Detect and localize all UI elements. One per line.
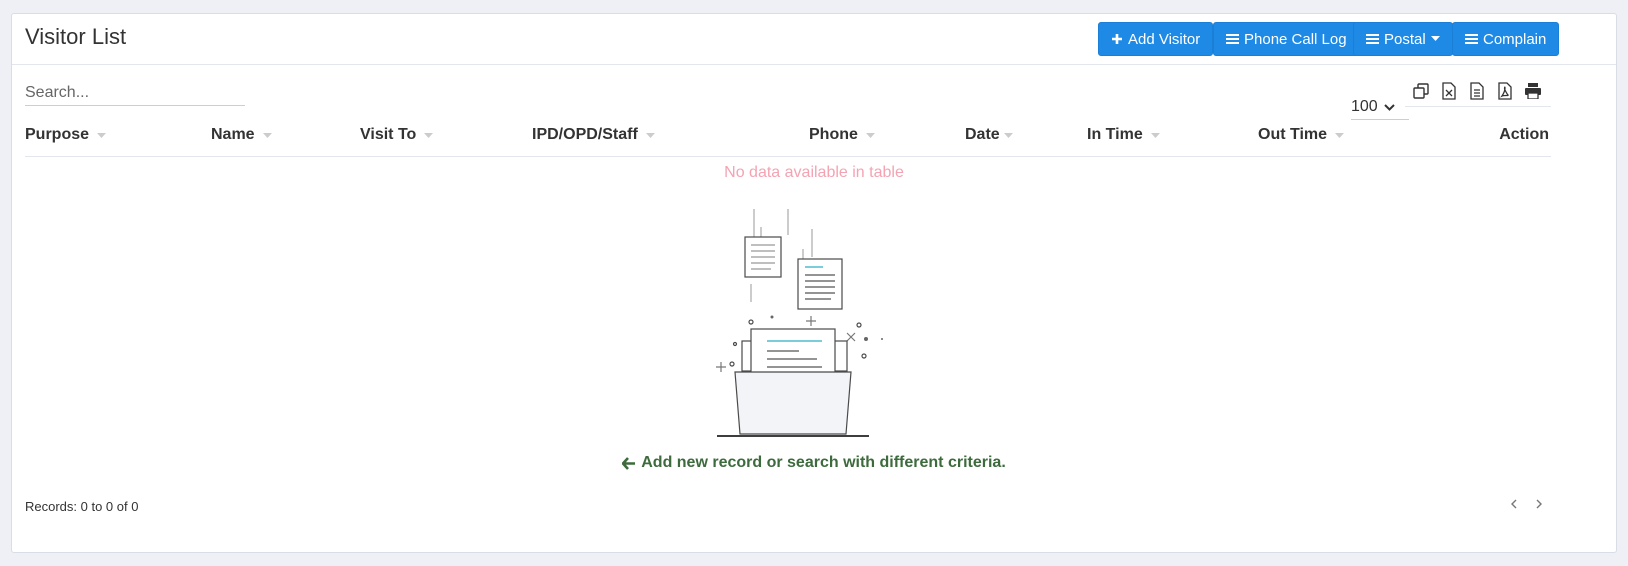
table-header-row: Purpose Name Visit To IPD/OPD/Staff Phon… bbox=[25, 124, 1551, 157]
sort-icon bbox=[645, 132, 655, 138]
column-header-label: Name bbox=[211, 126, 255, 143]
page-title: Visitor List bbox=[25, 24, 127, 49]
sort-icon bbox=[262, 132, 272, 138]
column-header-purpose[interactable]: Purpose bbox=[25, 126, 107, 144]
page-size-value: 100 bbox=[1351, 98, 1378, 115]
copy-icon[interactable] bbox=[1410, 80, 1432, 102]
column-header-out-time[interactable]: Out Time bbox=[1258, 126, 1345, 144]
column-header-name[interactable]: Name bbox=[211, 126, 272, 144]
records-info: Records: 0 to 0 of 0 bbox=[25, 499, 139, 514]
column-header-date[interactable]: Date bbox=[965, 126, 1013, 144]
sort-icon bbox=[865, 132, 875, 138]
sort-icon bbox=[97, 132, 107, 138]
hint-text: Add new record or search with different … bbox=[641, 454, 1006, 471]
postal-dropdown-button[interactable]: Postal bbox=[1353, 22, 1453, 56]
phone-call-log-label: Phone Call Log bbox=[1244, 30, 1347, 48]
export-toolbar bbox=[1405, 80, 1551, 107]
next-page-icon[interactable] bbox=[1530, 496, 1546, 512]
pdf-icon[interactable] bbox=[1494, 80, 1516, 102]
panel-header: Visitor List Add Visitor Phone Call Log … bbox=[12, 14, 1616, 65]
page-size-select[interactable]: 100 bbox=[1351, 95, 1409, 120]
previous-page-icon[interactable] bbox=[1506, 496, 1522, 512]
column-header-label: In Time bbox=[1087, 126, 1143, 143]
column-header-label: Phone bbox=[809, 126, 858, 143]
csv-icon[interactable] bbox=[1466, 80, 1488, 102]
search-input[interactable] bbox=[25, 81, 245, 106]
sort-icon bbox=[1335, 132, 1345, 138]
list-icon bbox=[1226, 33, 1239, 45]
column-header-action: Action bbox=[1499, 126, 1549, 144]
postal-label: Postal bbox=[1384, 30, 1426, 48]
excel-icon[interactable] bbox=[1438, 80, 1460, 102]
column-header-label: Out Time bbox=[1258, 126, 1328, 143]
column-header-in-time[interactable]: In Time bbox=[1087, 126, 1160, 144]
list-icon bbox=[1366, 33, 1379, 45]
empty-table-message: No data available in table bbox=[724, 164, 904, 181]
add-visitor-button[interactable]: Add Visitor bbox=[1098, 22, 1214, 56]
column-header-label: Action bbox=[1499, 126, 1549, 143]
print-icon[interactable] bbox=[1522, 80, 1544, 102]
column-header-label: Date bbox=[965, 126, 1000, 143]
phone-call-log-button[interactable]: Phone Call Log bbox=[1213, 22, 1360, 56]
complain-button[interactable]: Complain bbox=[1452, 22, 1560, 56]
caret-down-icon bbox=[1430, 36, 1440, 42]
empty-state-hint: Add new record or search with different … bbox=[12, 454, 1616, 472]
arrow-left-icon bbox=[622, 456, 636, 470]
sort-icon bbox=[424, 132, 434, 138]
column-header-label: IPD/OPD/Staff bbox=[532, 126, 638, 143]
column-header-label: Visit To bbox=[360, 126, 417, 143]
plus-icon bbox=[1111, 33, 1123, 45]
empty-state-illustration bbox=[695, 209, 895, 444]
chevron-down-icon bbox=[1383, 103, 1395, 111]
add-visitor-label: Add Visitor bbox=[1128, 30, 1201, 48]
column-header-ipd-opd-staff[interactable]: IPD/OPD/Staff bbox=[532, 126, 655, 144]
complain-label: Complain bbox=[1483, 30, 1547, 48]
column-header-phone[interactable]: Phone bbox=[809, 126, 875, 144]
sort-icon bbox=[1003, 132, 1013, 138]
column-header-visit-to[interactable]: Visit To bbox=[360, 126, 434, 144]
column-header-label: Purpose bbox=[25, 126, 90, 143]
list-icon bbox=[1465, 33, 1478, 45]
sort-icon bbox=[1150, 132, 1160, 138]
visitor-list-panel: Visitor List Add Visitor Phone Call Log … bbox=[11, 13, 1617, 553]
